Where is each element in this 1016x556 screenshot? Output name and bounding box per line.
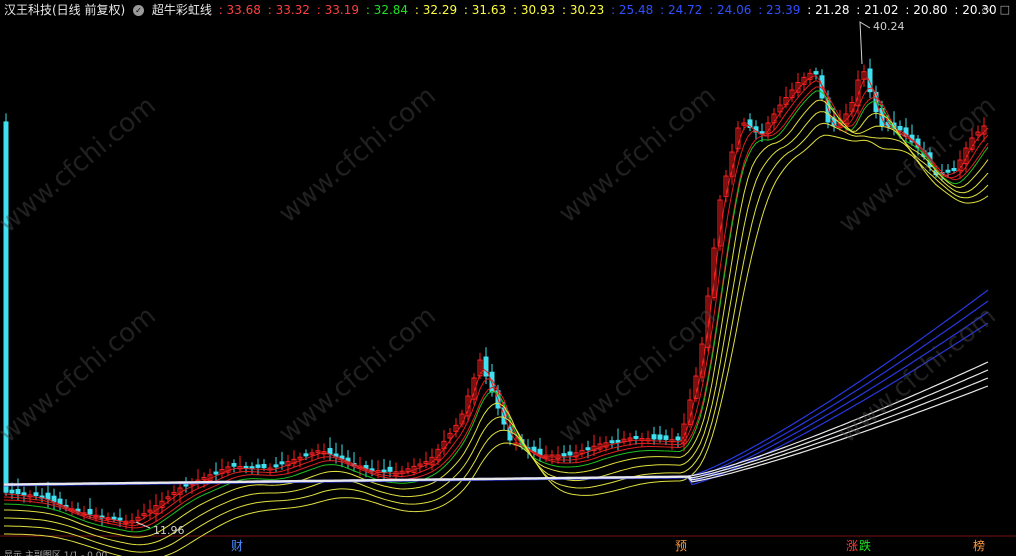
low-price-label: 11.96 [153,524,185,537]
ma-value: : 33.68 [218,3,261,17]
stock-title[interactable]: 汉王科技(日线 前复权) [4,0,125,20]
candle-body [585,447,591,451]
candle-body [21,492,27,496]
limit-up-marker[interactable]: 涨 [846,537,858,554]
ma-line [4,134,989,556]
ranking-marker[interactable]: 榜 [973,537,985,554]
candle-body [675,436,681,441]
square-icon[interactable]: □ [1000,3,1010,16]
candle-body [381,469,387,473]
ma-value: : 33.19 [316,3,359,17]
ma-value: : 32.84 [365,3,409,17]
candle-body [879,107,885,126]
forecast-marker[interactable]: 预 [675,537,687,554]
candle-body [633,435,639,439]
high-price-label: 40.24 [873,20,905,33]
candle-body [657,434,663,440]
ma-value: : 30.23 [562,3,605,17]
high-pointer [859,21,871,65]
diamond-icon[interactable]: ◇ [982,3,990,16]
ma-line [3,80,989,527]
candle-body [183,483,189,487]
ma-line [3,75,989,524]
ma-line [3,86,989,529]
indicator-name[interactable]: 超牛彩虹线 [152,0,212,20]
finance-marker[interactable]: 财 [231,537,243,554]
candle-body [273,464,279,468]
ma-value: : 33.32 [267,3,310,17]
ma-value: : 24.72 [660,3,703,17]
candlestick-chart[interactable] [0,0,1016,556]
candle-body [255,464,261,468]
candle-body [57,498,63,505]
ma-value: : 25.48 [611,3,654,17]
candle-body [87,508,93,515]
ma-value: : 24.06 [709,3,752,17]
candle-body [231,463,237,467]
candle-body [483,356,489,377]
stock-chart-window[interactable]: { "header": { "title": "汉王科技(日线 前复权)", "… [0,0,1016,556]
ma-value: : 21.02 [856,3,899,17]
ma-value: : 32.29 [414,3,458,17]
ma-value: : 23.39 [758,3,801,17]
window-controls: ◇ □ [982,3,1010,16]
settings-icon[interactable]: ✓ [133,5,145,16]
candle-body [567,451,573,456]
ma-value: : 31.63 [463,3,507,17]
candle-body [45,492,51,500]
candle-body [561,453,567,457]
candle-body [387,466,393,472]
candle-body [759,131,765,135]
candle-body [945,169,951,173]
candle-body [111,516,117,520]
footer-status: 显示 主副图区 1/1 - 0.00 [4,551,108,556]
candle-body [213,471,219,475]
candle-body [615,439,621,443]
candle-body [117,517,123,521]
candle-body [33,492,39,497]
candle-body [663,435,669,440]
candle-body [51,495,57,503]
candle-body [9,489,15,494]
candle-body [609,440,615,444]
ma-line [4,122,989,553]
ma-value: : 21.28 [807,3,850,17]
candle-body [261,463,267,469]
candle-body [327,448,333,455]
indicator-header: 汉王科技(日线 前复权) ✓ 超牛彩虹线 : 33.68 : 33.32 : 3… [0,0,1016,20]
candle-body [279,461,285,465]
candle-body [651,434,657,440]
candle-body [303,453,309,457]
candle-body [897,125,903,131]
candle-body [951,167,957,171]
ma-value: : 30.93 [512,3,556,17]
candle-body [813,71,819,75]
limit-down-marker[interactable]: 跌 [859,537,871,554]
ma-value: : 20.80 [905,3,948,17]
candle-body [15,489,21,495]
